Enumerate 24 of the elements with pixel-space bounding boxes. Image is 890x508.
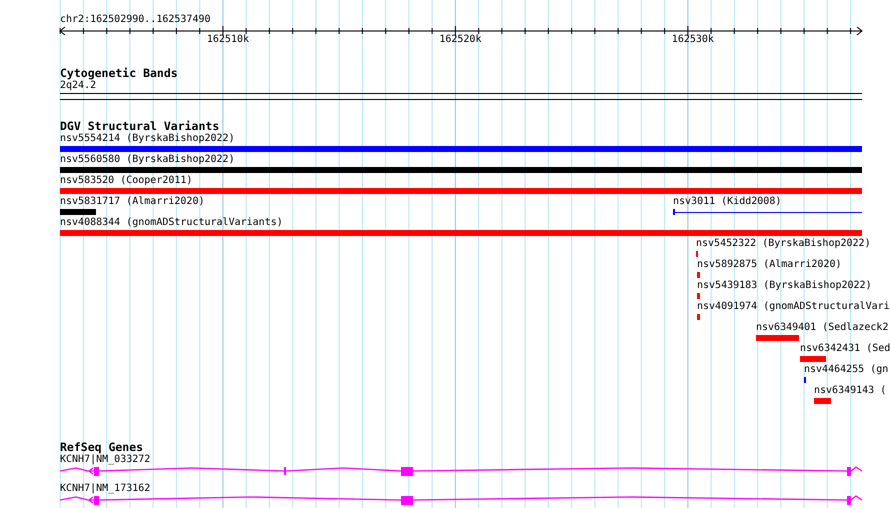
variant-label: nsv3011 (Kidd2008): [673, 196, 782, 208]
variant-label: nsv5831717 (Almarri2020): [60, 196, 204, 208]
track-title: Cytogenetic Bands: [60, 66, 178, 80]
track-title: RefSeq Genes: [60, 440, 144, 454]
position-label: chr2:162502990..162537490: [60, 13, 211, 26]
variant-label: nsv5892875 (Almarri2020): [697, 259, 842, 271]
variant-label: nsv4091974 (gnomADStructuralVari: [697, 301, 890, 313]
gene-label: KCNH7|NM_033272: [60, 454, 150, 466]
variant-label: nsv583520 (Cooper2011): [60, 175, 192, 187]
track-title: DGV Structural Variants: [60, 119, 220, 133]
tick-label: 162520k: [439, 34, 482, 46]
variant-label: nsv6349143 (: [814, 385, 886, 397]
tick-label: 162530k: [672, 34, 714, 46]
variant-label: nsv6349401 (Sedlazeck2: [756, 322, 888, 334]
variant-label: nsv5560580 (ByrskaBishop2022): [60, 154, 235, 166]
variant-label: nsv6342431 (Sed: [800, 343, 890, 355]
tick-label: 162510k: [206, 34, 250, 46]
variant-label: nsv4464255 (gn: [804, 364, 888, 376]
gene-label: KCNH7|NM_173162: [60, 483, 150, 495]
variant-label: nsv5554214 (ByrskaBishop2022): [60, 133, 235, 145]
variant-label: nsv5452322 (ByrskaBishop2022): [696, 238, 871, 250]
variant-label: nsv5439183 (ByrskaBishop2022): [697, 280, 872, 292]
variant-label: nsv4088344 (gnomADStructuralVariants): [60, 217, 283, 229]
band-label: 2q24.2: [60, 80, 96, 92]
